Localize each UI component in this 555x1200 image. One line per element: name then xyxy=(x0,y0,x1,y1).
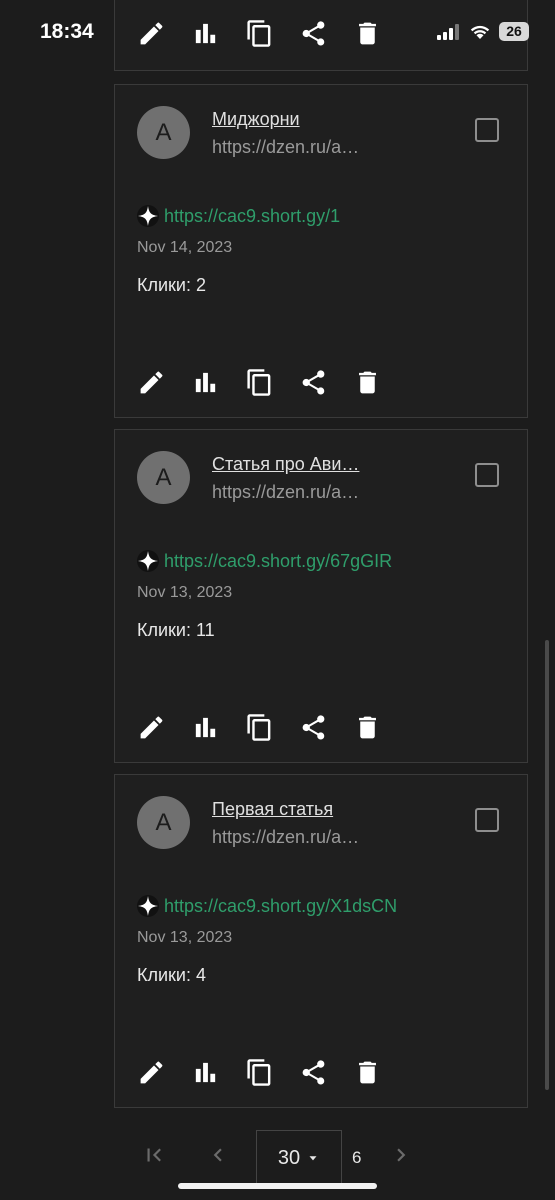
card-source-url: https://dzen.ru/a… xyxy=(212,137,360,157)
card-source-url: https://dzen.ru/a… xyxy=(212,827,360,847)
avatar: A xyxy=(137,106,190,159)
share-icon[interactable] xyxy=(299,1058,328,1087)
link-card: A Миджорни https://dzen.ru/a… https://ca… xyxy=(114,84,528,418)
edit-icon[interactable] xyxy=(137,713,166,742)
battery-indicator: 26 xyxy=(499,22,529,41)
copy-icon[interactable] xyxy=(245,713,274,742)
short-link-row: https://cac9.short.gy/1 xyxy=(136,204,340,228)
avatar: A xyxy=(137,451,190,504)
wifi-icon xyxy=(470,25,490,39)
short-link-row: https://cac9.short.gy/67gGIR xyxy=(136,549,392,573)
clicks-count: Клики: 2 xyxy=(137,275,206,295)
bar-chart-icon[interactable] xyxy=(191,1058,220,1087)
bar-chart-icon[interactable] xyxy=(191,713,220,742)
sparkle-icon xyxy=(137,550,159,572)
copy-icon[interactable] xyxy=(245,1058,274,1087)
sparkle-icon xyxy=(137,895,159,917)
card-actions xyxy=(137,368,382,397)
short-link-row: https://cac9.short.gy/X1dsCN xyxy=(136,894,397,918)
first-page-icon[interactable] xyxy=(141,1142,167,1168)
edit-icon[interactable] xyxy=(137,368,166,397)
scrollbar[interactable] xyxy=(545,640,549,1090)
short-link[interactable]: https://cac9.short.gy/X1dsCN xyxy=(164,896,397,917)
card-title-link[interactable]: Статья про Ави… xyxy=(212,454,382,475)
signal-icon xyxy=(437,23,459,40)
select-checkbox[interactable] xyxy=(475,808,499,832)
rows-per-page-value: 30 xyxy=(277,1146,301,1169)
link-card: A Первая статья https://dzen.ru/a… https… xyxy=(114,774,528,1108)
avatar: A xyxy=(137,796,190,849)
clicks-count: Клики: 11 xyxy=(137,620,215,640)
share-icon[interactable] xyxy=(299,713,328,742)
current-page: 6 xyxy=(352,1148,362,1167)
status-bar: 18:34 26 xyxy=(0,0,555,68)
caret-down-icon xyxy=(309,1156,317,1161)
copy-icon[interactable] xyxy=(245,368,274,397)
share-icon[interactable] xyxy=(299,368,328,397)
status-indicators: 26 xyxy=(437,22,529,41)
created-date: Nov 14, 2023 xyxy=(137,239,233,256)
clicks-count: Клики: 4 xyxy=(137,965,206,985)
edit-icon[interactable] xyxy=(137,1058,166,1087)
card-title-link[interactable]: Первая статья xyxy=(212,799,382,820)
status-time: 18:34 xyxy=(40,20,94,43)
pagination: 30 6 xyxy=(0,1126,555,1186)
delete-icon[interactable] xyxy=(353,713,382,742)
short-link[interactable]: https://cac9.short.gy/67gGIR xyxy=(164,551,392,572)
delete-icon[interactable] xyxy=(353,368,382,397)
select-checkbox[interactable] xyxy=(475,118,499,142)
short-link[interactable]: https://cac9.short.gy/1 xyxy=(164,206,340,227)
card-source-url: https://dzen.ru/a… xyxy=(212,482,360,502)
delete-icon[interactable] xyxy=(353,1058,382,1087)
bar-chart-icon[interactable] xyxy=(191,368,220,397)
next-page-icon[interactable] xyxy=(388,1142,414,1168)
created-date: Nov 13, 2023 xyxy=(137,929,233,946)
prev-page-icon[interactable] xyxy=(205,1142,231,1168)
select-checkbox[interactable] xyxy=(475,463,499,487)
card-actions xyxy=(137,1058,382,1087)
home-indicator xyxy=(178,1183,377,1189)
link-card: A Статья про Ави… https://dzen.ru/a… htt… xyxy=(114,429,528,763)
card-actions xyxy=(137,713,382,742)
rows-per-page-select[interactable]: 30 xyxy=(256,1130,342,1186)
card-title-link[interactable]: Миджорни xyxy=(212,109,382,130)
created-date: Nov 13, 2023 xyxy=(137,584,233,601)
sparkle-icon xyxy=(137,205,159,227)
